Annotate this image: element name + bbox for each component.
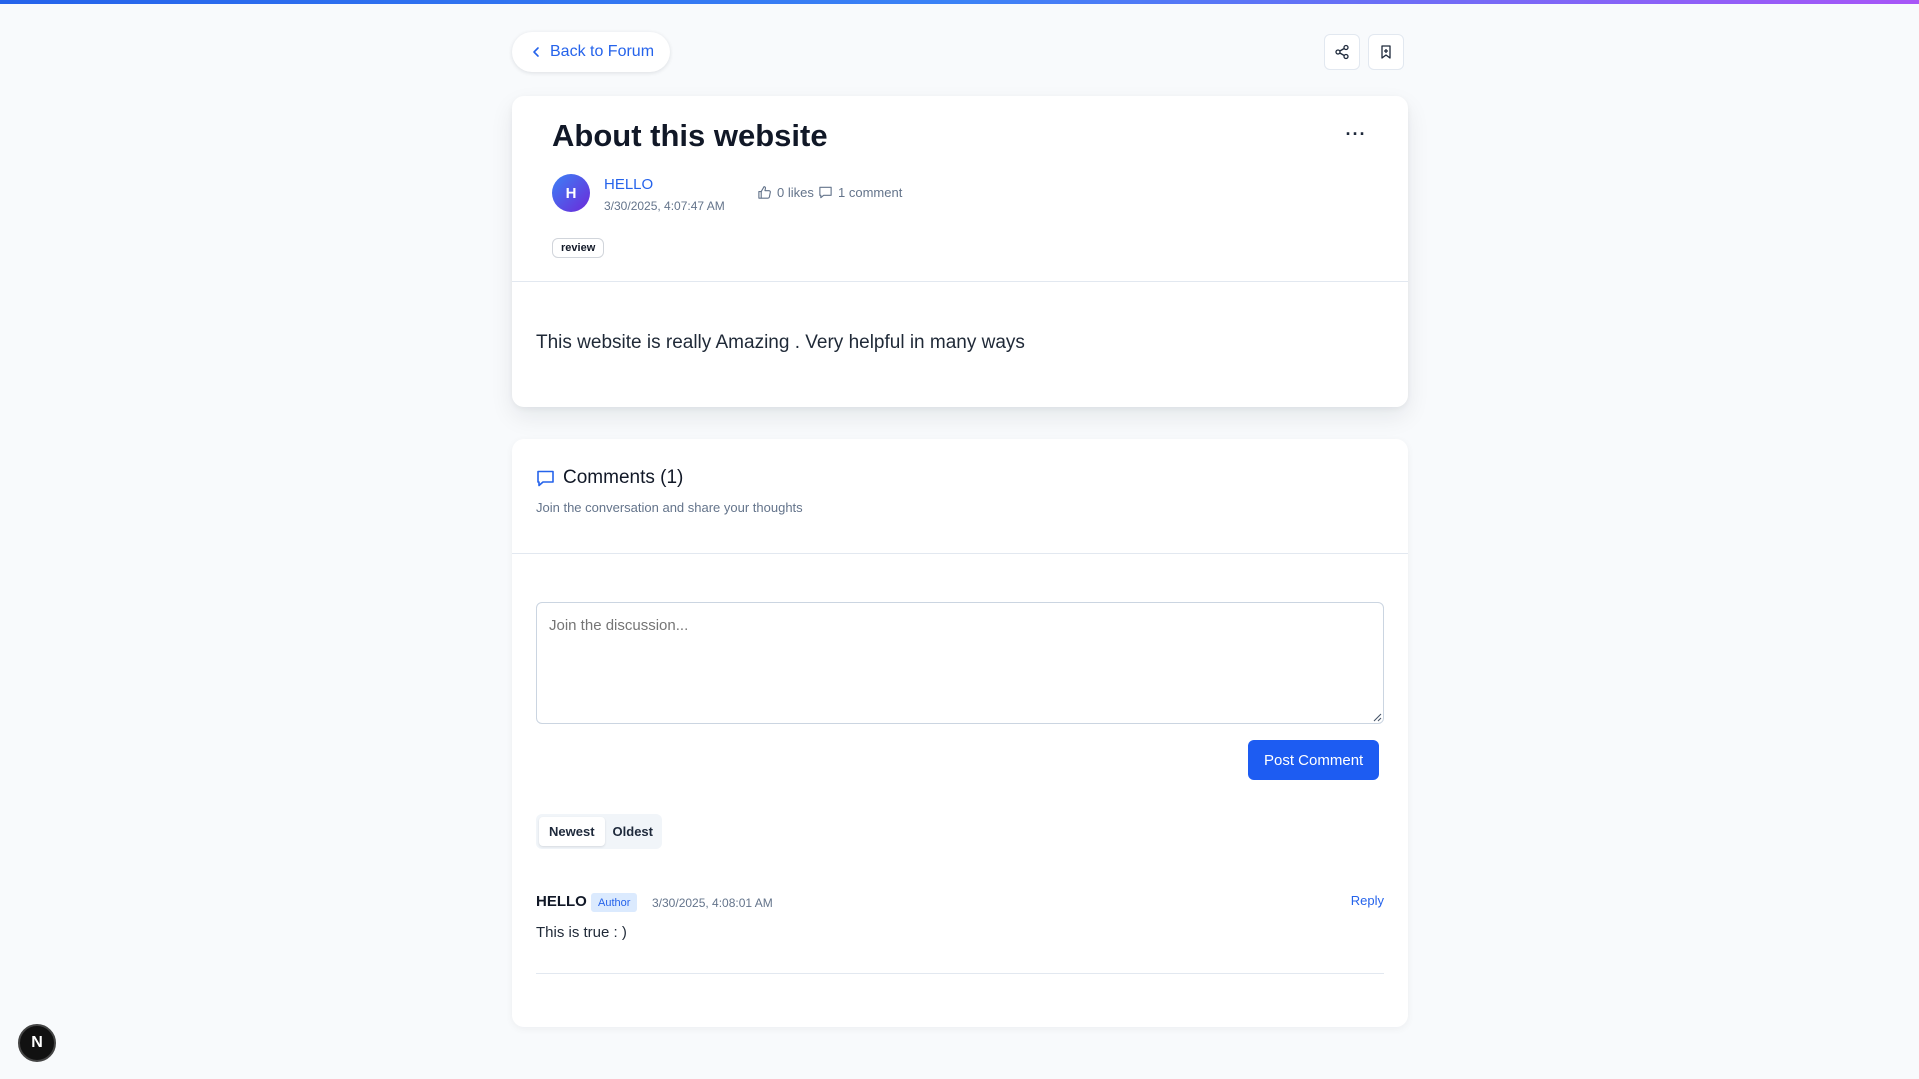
resize-handle-icon[interactable] xyxy=(1372,712,1382,722)
comment-item: HELLO Author 3/30/2025, 4:08:01 AM Reply… xyxy=(536,890,1384,974)
avatar: H xyxy=(552,174,590,212)
bookmark-icon xyxy=(1381,45,1391,59)
comment-icon xyxy=(537,470,554,486)
back-to-forum-button[interactable]: Back to Forum xyxy=(512,32,671,72)
thumbs-up-icon xyxy=(758,186,771,199)
comments-subtitle: Join the conversation and share your tho… xyxy=(536,500,803,515)
tag-badge[interactable]: review xyxy=(552,238,605,258)
post-title: About this website xyxy=(552,118,828,153)
post-page: Back to Forum About this website ··· H H xyxy=(512,32,1408,1027)
sort-toggle: Newest Oldest xyxy=(536,814,662,849)
more-options-button[interactable]: ··· xyxy=(1342,124,1370,144)
author-badge: Author xyxy=(591,893,638,912)
likes-stat[interactable]: 0 likes xyxy=(757,185,814,200)
post-card: About this website ··· H HELLO 3/30/2025… xyxy=(512,96,1408,407)
comments-header: Comments (1) Join the conversation and s… xyxy=(512,439,1408,554)
comment-text: This is true : ) xyxy=(536,924,627,941)
comment-icon xyxy=(819,186,832,199)
post-comment-button[interactable]: Post Comment xyxy=(1248,740,1380,780)
comment-date: 3/30/2025, 4:08:01 AM xyxy=(652,896,773,910)
nav-row: Back to Forum xyxy=(512,32,1408,72)
sort-newest-button[interactable]: Newest xyxy=(539,817,605,846)
author-name[interactable]: HELLO xyxy=(604,176,653,193)
likes-count: 0 likes xyxy=(777,185,814,200)
back-to-forum-label: Back to Forum xyxy=(550,43,655,60)
comments-count: 1 comment xyxy=(838,185,903,200)
comments-title-text: Comments (1) xyxy=(563,467,684,488)
reply-button[interactable]: Reply xyxy=(1351,893,1384,908)
comments-title: Comments (1) xyxy=(536,467,683,489)
comment-author: HELLO xyxy=(536,893,587,910)
post-body: This website is really Amazing . Very he… xyxy=(536,332,1025,353)
share-button[interactable] xyxy=(1324,34,1360,70)
post-header: About this website ··· H HELLO 3/30/2025… xyxy=(512,96,1408,282)
bookmark-button[interactable] xyxy=(1368,34,1404,70)
comments-card: Comments (1) Join the conversation and s… xyxy=(512,439,1408,1027)
top-gradient-bar xyxy=(0,0,1919,4)
comment-input[interactable] xyxy=(536,602,1384,724)
share-icon xyxy=(1335,44,1349,60)
sort-oldest-button[interactable]: Oldest xyxy=(609,817,659,846)
nextjs-dev-badge[interactable]: N xyxy=(18,1024,56,1062)
avatar-initial: H xyxy=(565,184,577,202)
post-date: 3/30/2025, 4:07:47 AM xyxy=(604,199,725,213)
comments-stat[interactable]: 1 comment xyxy=(818,185,902,200)
dev-badge-label: N xyxy=(31,1034,43,1051)
chevron-left-icon xyxy=(533,47,539,57)
